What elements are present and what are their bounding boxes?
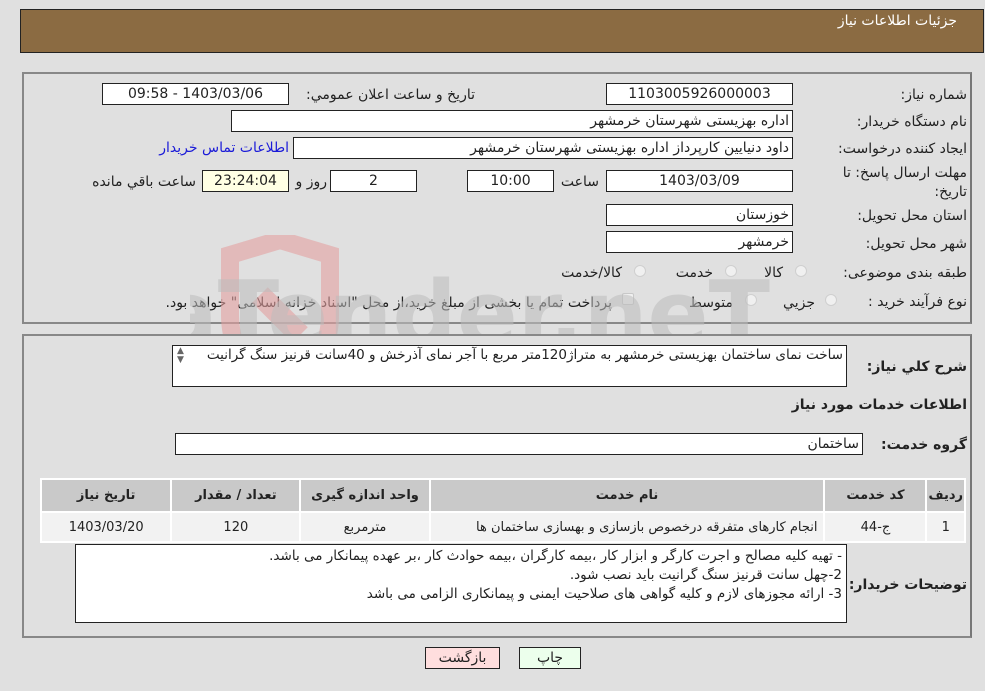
category-service-label: خدمت bbox=[675, 265, 713, 281]
back-button[interactable]: بازگشت bbox=[425, 647, 500, 669]
scroll-arrows-icon[interactable]: ▲ ▼ bbox=[177, 347, 184, 365]
cell-service-name: انجام کارهای متفرقه درخصوص بازسازی و بهس… bbox=[428, 511, 826, 543]
col-need-date: تاریخ نیاز bbox=[39, 478, 173, 513]
col-row-number: ردیف bbox=[925, 478, 966, 513]
category-goods-service-radio[interactable] bbox=[634, 265, 646, 277]
need-number-field: 1103005926000003 bbox=[606, 83, 793, 105]
province-field: خوزستان bbox=[606, 204, 793, 226]
days-remaining-field: 2 bbox=[330, 170, 417, 192]
announce-datetime-label: تاریخ و ساعت اعلان عمومي: bbox=[306, 87, 475, 103]
buyer-note-line: - تهیه کلیه مصالح و اجرت کارگر و ابزار ک… bbox=[269, 548, 842, 564]
cell-quantity: 120 bbox=[170, 511, 302, 543]
requester-field: داود دنیایین کارپرداز اداره بهزیستی شهرس… bbox=[293, 137, 793, 159]
deadline-time-label: ساعت bbox=[560, 174, 599, 190]
category-service-radio[interactable] bbox=[725, 265, 737, 277]
need-number-label: شماره نیاز: bbox=[900, 87, 968, 103]
deadline-label: مهلت ارسال پاسخ: تا تاریخ: bbox=[842, 165, 967, 200]
requester-label: ایجاد کننده درخواست: bbox=[838, 141, 967, 157]
buyer-note-line: 2-چهل سانت قرنیز سنگ گرانیت باید نصب شود… bbox=[569, 567, 842, 583]
buyer-org-label: نام دستگاه خريدار: bbox=[856, 114, 967, 130]
time-remaining-label: ساعت باقي مانده bbox=[92, 174, 196, 190]
deadline-time-field: 10:00 bbox=[467, 170, 554, 192]
time-remaining-field: 23:24:04 bbox=[202, 170, 289, 192]
city-label: شهر محل تحویل: bbox=[865, 236, 967, 252]
process-type-label: نوع فرآیند خرید : bbox=[868, 294, 967, 310]
process-minor-label: جزیي bbox=[783, 295, 815, 311]
col-quantity: تعداد / مقدار bbox=[170, 478, 302, 513]
cell-unit: مترمربع bbox=[299, 511, 431, 543]
col-service-code: کد خدمت bbox=[823, 478, 928, 513]
summary-textarea[interactable]: ساخت نمای ساختمان بهزیستی خرمشهر به مترا… bbox=[172, 345, 847, 387]
treasury-note: پرداخت تمام یا بخشی از مبلغ خرید،از محل … bbox=[165, 295, 612, 311]
category-goods-radio[interactable] bbox=[795, 265, 807, 277]
treasury-checkbox[interactable] bbox=[622, 293, 634, 305]
deadline-date-field: 1403/03/09 bbox=[606, 170, 793, 192]
cell-need-date: 1403/03/20 bbox=[39, 511, 173, 543]
process-medium-radio[interactable] bbox=[745, 294, 757, 306]
buyer-notes-label: توضیحات خریدار: bbox=[848, 577, 967, 593]
buyer-org-field: اداره بهزیستی شهرستان خرمشهر bbox=[231, 110, 793, 132]
col-service-name: نام خدمت bbox=[428, 478, 826, 513]
service-group-label: گروه خدمت: bbox=[881, 437, 967, 453]
buyer-note-line: 3- ارائه مجوزهای لازم و کلیه گواهی های ص… bbox=[366, 586, 842, 602]
page-title: جزئیات اطلاعات نیاز bbox=[837, 13, 957, 29]
services-section-title: اطلاعات خدمات مورد نیاز bbox=[791, 397, 967, 413]
buyer-notes-textarea[interactable]: - تهیه کلیه مصالح و اجرت کارگر و ابزار ک… bbox=[75, 544, 847, 623]
summary-label: شرح کلي نیاز: bbox=[866, 359, 967, 375]
process-minor-radio[interactable] bbox=[825, 294, 837, 306]
category-goods-service-label: کالا/خدمت bbox=[561, 265, 622, 281]
services-table: ردیف کد خدمت نام خدمت واحد اندازه گیری ت… bbox=[39, 478, 966, 543]
category-goods-label: کالا bbox=[764, 265, 783, 281]
province-label: استان محل تحویل: bbox=[857, 208, 967, 224]
process-medium-label: متوسط bbox=[689, 295, 733, 311]
table-header-row: ردیف کد خدمت نام خدمت واحد اندازه گیری ت… bbox=[39, 478, 966, 513]
announce-datetime-field: 1403/03/06 - 09:58 bbox=[102, 83, 289, 105]
table-row: 1 ج-44 انجام کارهای متفرقه درخصوص بازساز… bbox=[39, 511, 966, 543]
cell-service-code: ج-44 bbox=[823, 511, 928, 543]
col-unit: واحد اندازه گیری bbox=[299, 478, 431, 513]
city-field: خرمشهر bbox=[606, 231, 793, 253]
buyer-contact-link[interactable]: اطلاعات تماس خريدار bbox=[159, 140, 289, 156]
category-label: طبقه بندی موضوعی: bbox=[843, 265, 967, 281]
service-group-field: ساختمان bbox=[175, 433, 863, 455]
days-label: روز و bbox=[295, 174, 328, 190]
cell-row-number: 1 bbox=[925, 511, 966, 543]
print-button[interactable]: چاپ bbox=[519, 647, 581, 669]
